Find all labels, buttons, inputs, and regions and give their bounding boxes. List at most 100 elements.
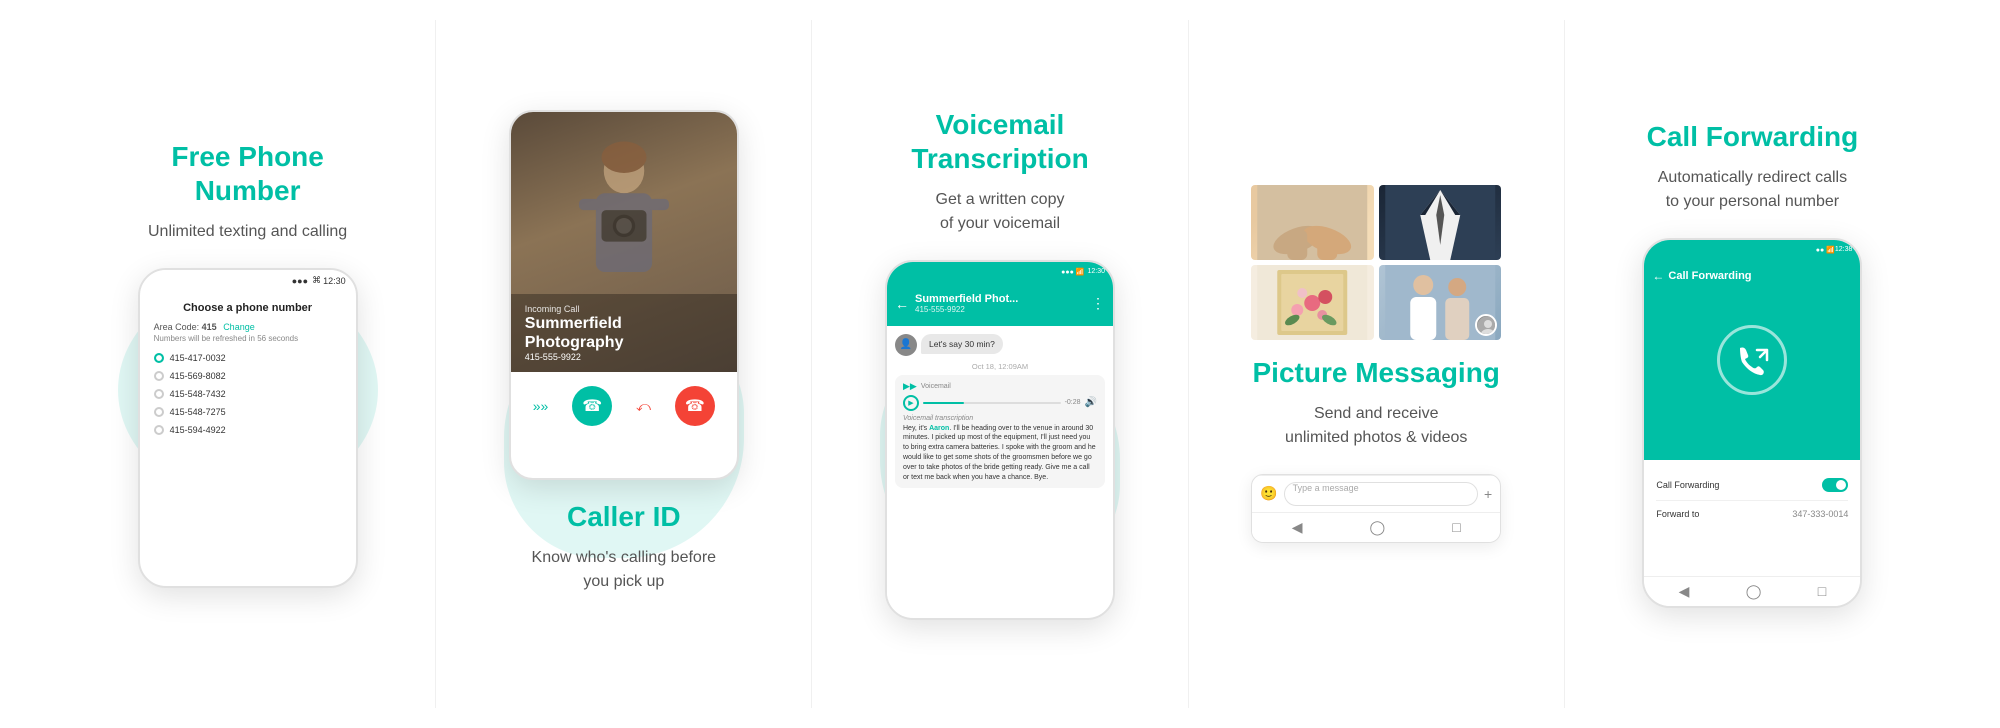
volume-icon[interactable]: 🔊 — [1085, 397, 1097, 408]
feature-col-picture-messaging: Picture Messaging Send and receive unlim… — [1189, 20, 1565, 708]
feature-col-free-phone: Free Phone Number Unlimited texting and … — [60, 20, 436, 708]
photo-flowers — [1251, 265, 1374, 340]
caller-id-desc: Know who's calling before you pick up — [532, 546, 717, 594]
call-forwarding-mockup: ●● 📶 12:38 ← Call Forwarding — [1642, 238, 1862, 608]
chat-header: ← Summerfield Phot... 415-555-9922 ⋮ — [887, 282, 1113, 326]
caller-id-title: Caller ID — [567, 500, 681, 534]
status-icons: ●●● 📶 — [1061, 268, 1084, 276]
decline-call-button[interactable]: ☎ — [675, 386, 715, 426]
voicemail-player: ▶ -0:28 🔊 — [903, 395, 1097, 411]
recent-nav-icon[interactable]: □ — [1818, 583, 1826, 599]
wifi-icon: ⌘ — [312, 275, 321, 286]
feature-col-call-forwarding: Call Forwarding Automatically redirect c… — [1565, 20, 1940, 708]
forwarding-toggle[interactable] — [1822, 478, 1848, 492]
back-button[interactable]: ← — [1652, 269, 1664, 283]
radio-unselected[interactable] — [154, 407, 164, 417]
contact-info: Summerfield Phot... 415-555-9922 — [915, 293, 1085, 314]
list-item[interactable]: 415-548-7275 — [154, 407, 342, 417]
free-phone-desc: Unlimited texting and calling — [148, 220, 347, 244]
more-options-button[interactable]: ⋮ — [1091, 295, 1105, 312]
transcript-text: Hey, it's Aaron. I'll be heading over to… — [903, 424, 1097, 483]
message-text: Let's say 30 min? — [921, 334, 1003, 354]
radio-unselected[interactable] — [154, 425, 164, 435]
forward-to-row: Forward to 347-333-0014 — [1656, 501, 1848, 527]
back-nav-icon[interactable]: ◀ — [1292, 519, 1303, 536]
picture-messaging-desc: Send and receive unlimited photos & vide… — [1285, 402, 1467, 450]
type-message-placeholder: Type a message — [1293, 483, 1359, 493]
cf-status-icons: ●● 📶 — [1816, 246, 1835, 254]
add-media-icon[interactable]: + — [1484, 486, 1492, 502]
caller-name: Summerfield Photography — [525, 314, 723, 352]
radio-selected[interactable] — [154, 353, 164, 363]
list-item[interactable]: 415-548-7432 — [154, 389, 342, 399]
accept-call-button[interactable]: ☎ — [572, 386, 612, 426]
forwarding-label: Call Forwarding — [1656, 480, 1719, 490]
cf-status-time: 12:38 — [1835, 246, 1853, 253]
forwarding-toggle-row: Call Forwarding — [1656, 470, 1848, 501]
progress-bar[interactable] — [923, 402, 1061, 404]
call-forwarding-header: ← Call Forwarding — [1644, 260, 1860, 460]
list-item[interactable]: 415-594-4922 — [154, 425, 342, 435]
status-bar: ●●● ⌘ 12:30 — [140, 270, 356, 292]
status-time: 12:30 — [1087, 268, 1105, 275]
refresh-text: Numbers will be refreshed in 56 seconds — [154, 334, 342, 343]
photo-grid — [1251, 185, 1501, 340]
message-input[interactable]: Type a message — [1284, 482, 1478, 506]
home-nav-icon[interactable]: ◯ — [1370, 519, 1386, 536]
emoji-icon[interactable]: 🙂 — [1260, 485, 1277, 502]
contact-avatar: 👤 — [895, 334, 917, 356]
navigation-bar: ◀ ◯ □ — [1252, 512, 1500, 542]
phone-number-chooser: Choose a phone number Area Code: 415 Cha… — [140, 292, 356, 453]
feature-col-caller-id: Incoming Call Summerfield Photography 41… — [436, 20, 812, 708]
recent-nav-icon[interactable]: □ — [1452, 519, 1460, 535]
picture-messaging-title: Picture Messaging — [1253, 356, 1500, 390]
call-buttons: »» ☎ ⤺ ☎ — [511, 372, 737, 440]
caller-number: 415-555-9922 — [525, 352, 723, 362]
free-phone-title: Free Phone Number — [171, 140, 323, 207]
forward-number: 347-333-0014 — [1792, 509, 1848, 519]
status-time: 12:30 — [323, 276, 346, 286]
call-forward-icon — [1717, 325, 1787, 395]
voicemail-card: ▶▶ Voicemail ▶ -0:28 🔊 Voicemail transcr… — [895, 375, 1105, 489]
play-button[interactable]: ▶ — [903, 395, 919, 411]
voicemail-title: Voicemail Transcription — [911, 108, 1088, 175]
list-item[interactable]: 415-569-8082 — [154, 371, 342, 381]
choose-number-heading: Choose a phone number — [154, 302, 342, 314]
contact-number: 415-555-9922 — [915, 305, 1085, 314]
photo-couple — [1379, 265, 1502, 340]
voicemail-mockup: ●●● 📶 12:30 ← Summerfield Phot... 415-55… — [885, 260, 1115, 620]
person-camera-icon — [564, 137, 684, 317]
phone-number-list: 415-417-0032 415-569-8082 415-548-7432 — [154, 353, 342, 435]
caller-photo: Incoming Call Summerfield Photography 41… — [511, 112, 737, 372]
call-forwarding-title: Call Forwarding — [1647, 120, 1859, 154]
voicemail-button[interactable]: ⤺ — [636, 398, 651, 415]
photo-suit — [1379, 185, 1502, 260]
back-button[interactable]: ← — [895, 296, 909, 312]
radio-unselected[interactable] — [154, 389, 164, 399]
radio-unselected[interactable] — [154, 371, 164, 381]
voicemail-duration: -0:28 — [1065, 399, 1081, 406]
header-title: Call Forwarding — [1668, 270, 1852, 282]
voicemail-desc: Get a written copy of your voicemail — [936, 188, 1065, 236]
forward-call-button[interactable]: »» — [533, 398, 549, 414]
features-container: Free Phone Number Unlimited texting and … — [0, 0, 2000, 728]
progress-fill — [923, 402, 964, 404]
voicemail-label: ▶▶ Voicemail — [903, 381, 1097, 392]
forward-to-label: Forward to — [1656, 509, 1699, 519]
home-nav-icon[interactable]: ◯ — [1746, 583, 1762, 600]
incoming-call-label: Incoming Call — [525, 304, 723, 314]
message-bubble-other: 👤 Let's say 30 min? — [895, 334, 1105, 356]
contact-name: Summerfield Phot... — [915, 293, 1085, 305]
chat-area: 👤 Let's say 30 min? Oct 18, 12:09AM ▶▶ V… — [887, 326, 1113, 616]
transcript-label: Voicemail transcription — [903, 415, 1097, 422]
back-nav-icon[interactable]: ◀ — [1679, 583, 1690, 600]
free-phone-mockup: ●●● ⌘ 12:30 Choose a phone number Area C… — [138, 268, 358, 588]
message-input-row: 🙂 Type a message + — [1252, 475, 1500, 512]
list-item[interactable]: 415-417-0032 — [154, 353, 342, 363]
area-code-row: Area Code: 415 Change — [154, 322, 342, 332]
cf-nav-bar: ◀ ◯ □ — [1644, 576, 1860, 606]
date-label: Oct 18, 12:09AM — [895, 362, 1105, 371]
call-forwarding-desc: Automatically redirect calls to your per… — [1658, 166, 1847, 214]
header-top: ← Call Forwarding — [1644, 260, 1860, 292]
feature-col-voicemail: Voicemail Transcription Get a written co… — [812, 20, 1188, 708]
